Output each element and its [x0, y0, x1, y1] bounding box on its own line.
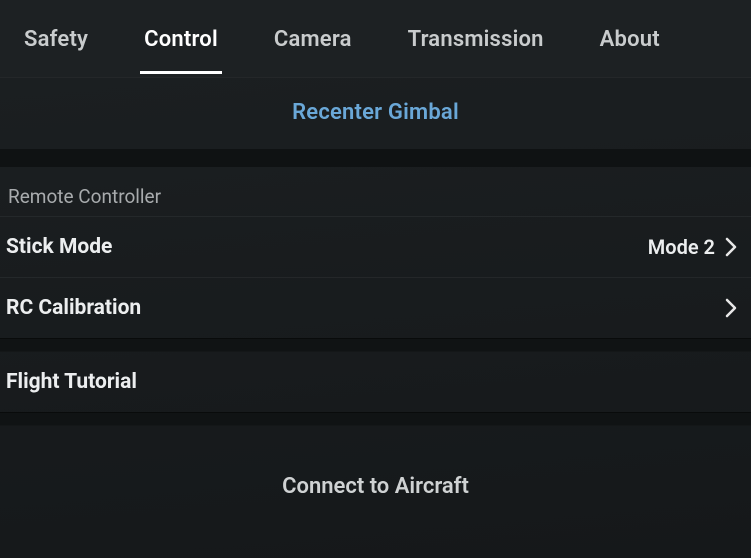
divider	[0, 338, 751, 352]
tab-safety[interactable]: Safety	[20, 3, 92, 74]
tab-control[interactable]: Control	[140, 3, 222, 74]
row-right	[725, 298, 737, 318]
row-label: Stick Mode	[6, 235, 112, 259]
row-flight-tutorial[interactable]: Flight Tutorial	[0, 352, 751, 412]
divider	[0, 412, 751, 426]
chevron-right-icon	[725, 237, 737, 257]
chevron-right-icon	[725, 298, 737, 318]
row-rc-calibration[interactable]: RC Calibration	[0, 277, 751, 338]
row-label: Flight Tutorial	[6, 370, 137, 394]
row-label: RC Calibration	[6, 296, 141, 320]
row-stick-mode[interactable]: Stick Mode Mode 2	[0, 216, 751, 277]
settings-screen: Safety Control Camera Transmission About…	[0, 0, 751, 558]
tab-about[interactable]: About	[596, 3, 664, 74]
connect-to-aircraft-button[interactable]: Connect to Aircraft	[0, 454, 751, 519]
section-header-remote-controller: Remote Controller	[0, 167, 751, 216]
section-divider	[0, 149, 751, 167]
stick-mode-value: Mode 2	[648, 235, 715, 259]
bottom-area: Connect to Aircraft	[0, 426, 751, 519]
tab-camera[interactable]: Camera	[270, 3, 356, 74]
recenter-gimbal-button[interactable]: Recenter Gimbal	[0, 78, 751, 149]
tab-transmission[interactable]: Transmission	[404, 3, 548, 74]
row-right: Mode 2	[648, 235, 737, 259]
tabs-bar: Safety Control Camera Transmission About	[0, 0, 751, 78]
